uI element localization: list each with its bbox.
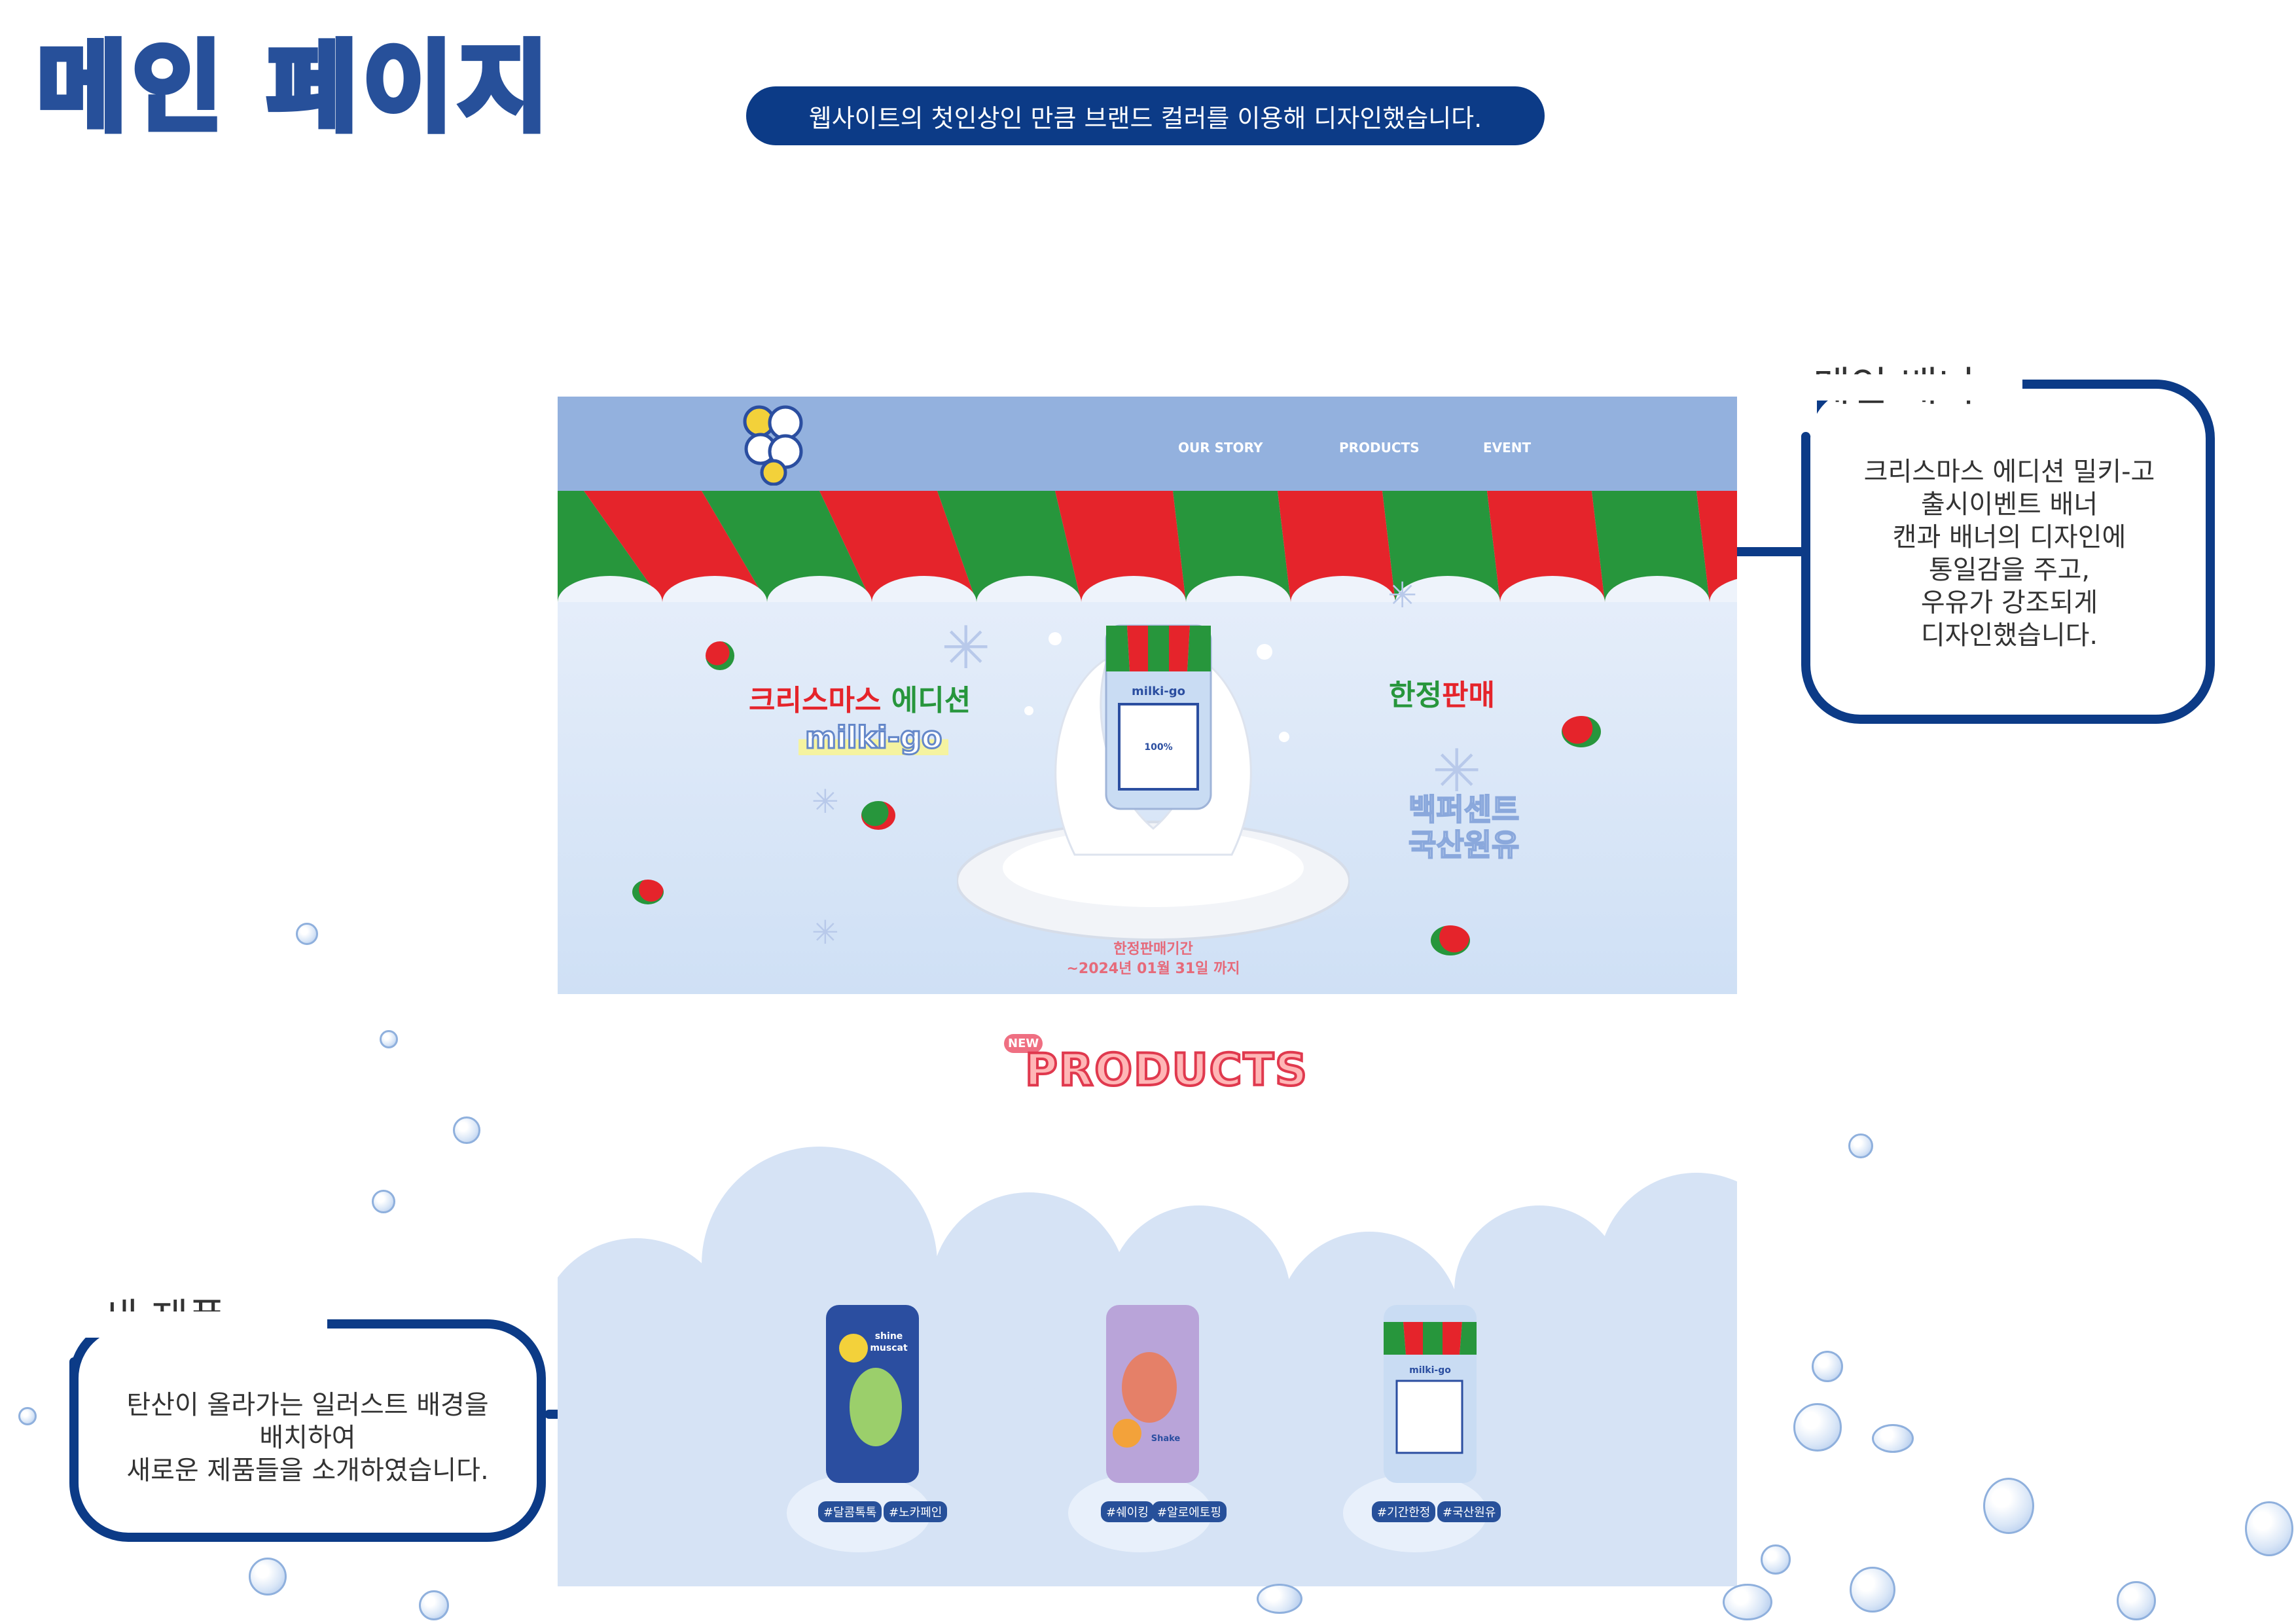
product-tag[interactable]: #알로에토핑 [1152,1501,1227,1522]
nav-event[interactable]: EVENT [1483,440,1531,455]
bubble-decoration [380,1030,398,1048]
bubble-decoration [1872,1424,1914,1453]
hero-limited-sale: 한정판매 [1389,671,1495,713]
site-navbar: OUR STORY PRODUCTS EVENT [558,397,1737,491]
berry-icon [632,880,664,904]
berry-icon [1562,716,1601,747]
intro-caption: 웹사이트의 첫인상인 만큼 브랜드 컬러를 이용해 디자인했습니다. [746,86,1545,145]
hero-line1-red: 크리스마스 [749,684,882,717]
page-title: 메인 페이지 [33,31,554,145]
bubble-decoration [1850,1567,1895,1613]
bubble-decoration [453,1116,480,1144]
product-can-shake[interactable]: Shake [1103,1302,1202,1486]
banner-annotation-text: 크리스마스 에디션 밀키-고 출시이벤트 배너 캔과 배너의 디자인에 통일감을… [1863,457,2155,651]
product-can-christmas[interactable]: milki-go [1381,1302,1479,1486]
berry-icon [706,641,734,670]
hero-sale-period: 한정판매기간 ~2024년 01월 31일 까지 [1066,941,1240,977]
product-tag[interactable]: #달콤톡톡 [818,1501,882,1522]
hero-limited-green: 한정 [1389,679,1442,712]
hero-product-name: milki-go [798,719,949,757]
bubble-decoration [372,1190,395,1213]
bubble-decoration [1983,1478,2034,1534]
snowflake-icon: ✳ [812,783,839,821]
christmas-can-illustration: milki-go 100% [1105,624,1212,810]
berry-icon [861,801,895,830]
snowflake-icon: ✳ [1388,575,1418,616]
hero-limited-red: 판매 [1441,679,1495,712]
products-heading: PRODUCTS [1024,1043,1308,1097]
hero-line1-green: 에디션 [891,684,971,717]
hero-christmas-edition: 크리스마스 에디션 [749,677,971,719]
svg-text:milki-go: milki-go [1132,685,1185,698]
bubble-decoration [1848,1133,1873,1158]
product-tag[interactable]: #국산원유 [1437,1501,1501,1522]
bubble-decoration [1723,1584,1772,1620]
brand-logo[interactable] [742,404,805,486]
product-tag[interactable]: #노카페인 [884,1501,948,1522]
bubble-decoration [1812,1351,1843,1382]
svg-text:shine: shine [875,1331,903,1342]
svg-text:muscat: muscat [870,1343,908,1353]
svg-text:100%: 100% [1144,742,1172,753]
product-can-shine-muscat[interactable]: shine muscat [823,1302,922,1486]
svg-text:Shake: Shake [1151,1434,1181,1444]
snowflake-icon: ✳ [812,914,839,952]
bubble-decoration [1793,1403,1842,1452]
svg-text:milki-go: milki-go [1409,1365,1451,1376]
bubble-decoration [419,1590,449,1620]
product-tag[interactable]: #기간한정 [1372,1501,1436,1522]
bubble-decoration [296,923,318,945]
nav-products[interactable]: PRODUCTS [1339,440,1420,455]
bubble-decoration [18,1407,37,1425]
snowflake-icon: ✳ [1432,737,1482,806]
bubble-decoration [249,1558,287,1596]
new-products-annotation-text: 탄산이 올라가는 일러스트 배경을 배치하여 새로운 제품들을 소개하였습니다. [126,1390,489,1486]
berry-icon [1431,925,1470,955]
bubble-decoration [1761,1544,1791,1575]
snowflake-icon: ✳ [941,614,991,683]
nav-our-story[interactable]: OUR STORY [1178,440,1263,455]
product-tag[interactable]: #쉐이킹 [1101,1501,1154,1522]
bubble-decoration [1257,1584,1302,1614]
bubble-decoration [2117,1581,2156,1620]
bubble-decoration [2245,1501,2293,1556]
main-banner-mockup: OUR STORY PRODUCTS EVENT milki-go 100% 크… [558,397,1737,994]
